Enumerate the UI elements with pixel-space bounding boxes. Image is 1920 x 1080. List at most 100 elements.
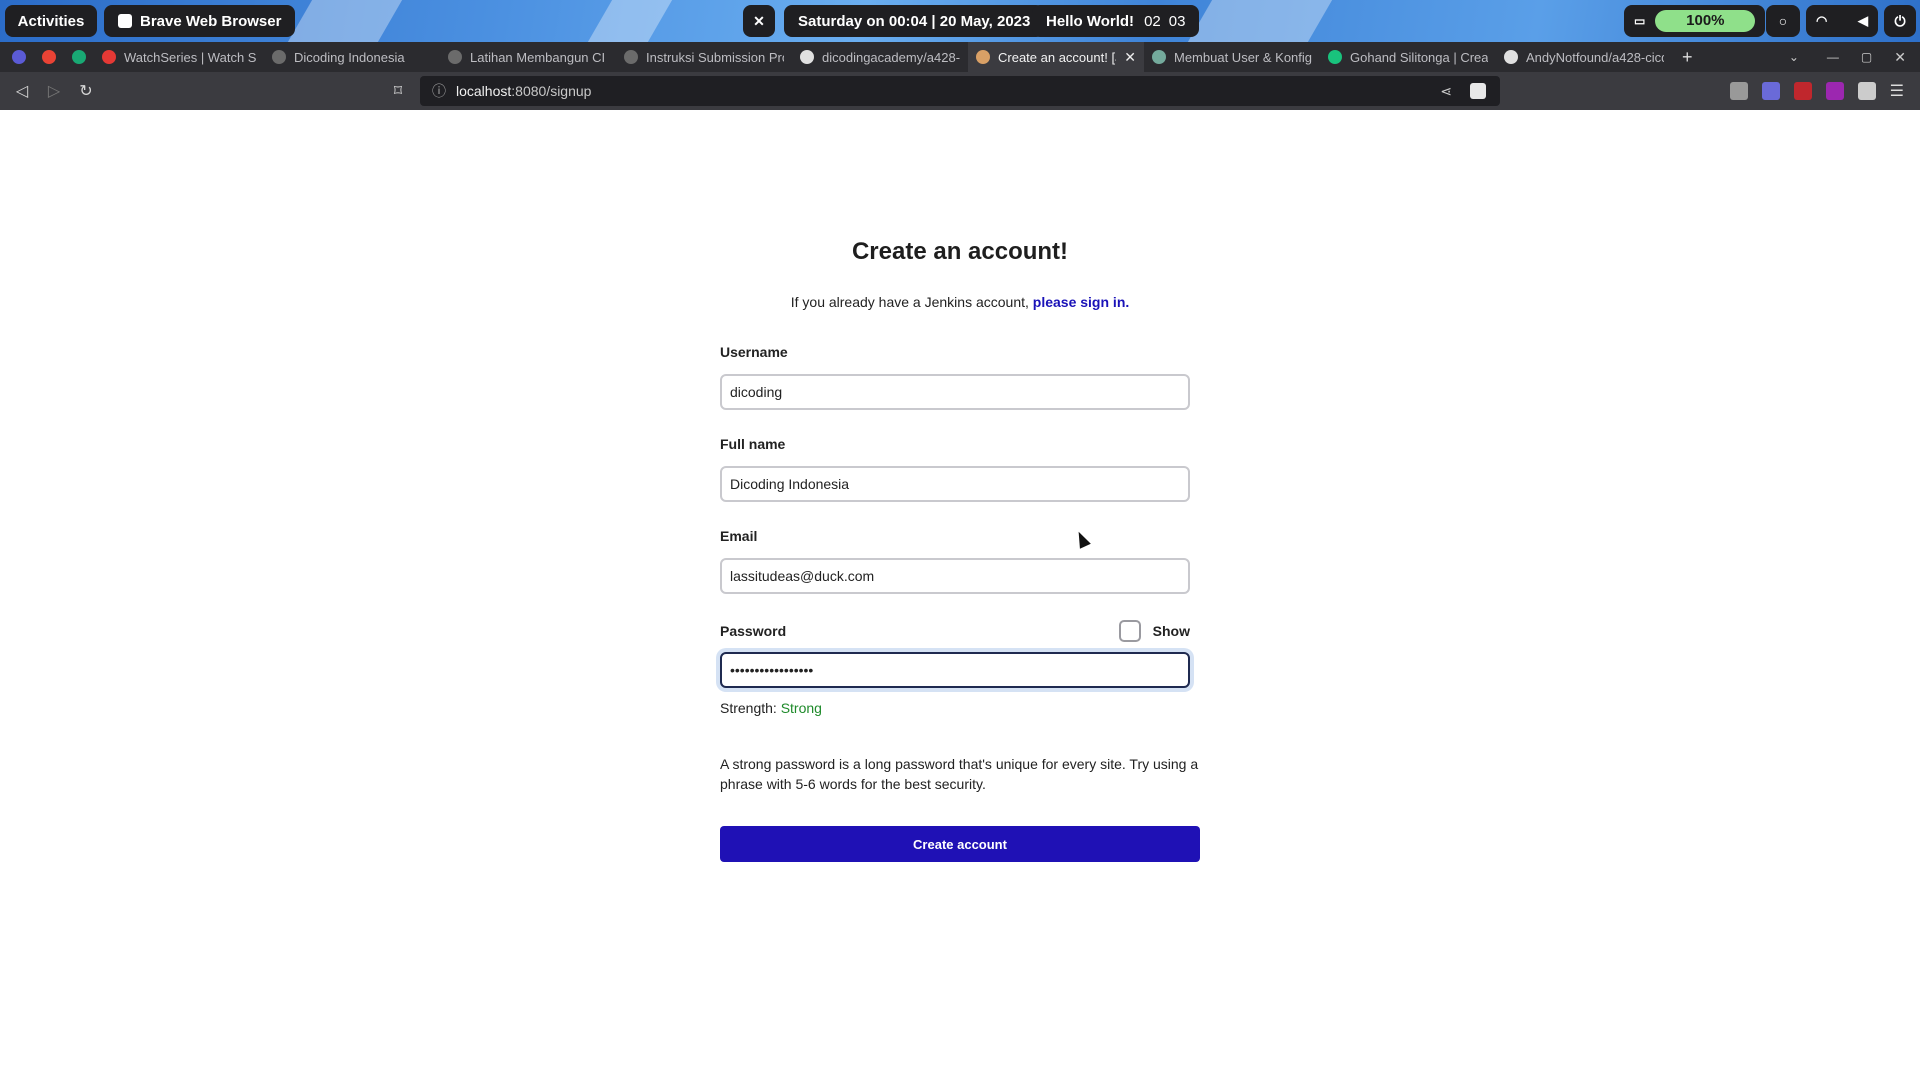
extension-icon[interactable] — [1825, 82, 1844, 100]
forward-button[interactable]: ▷ — [38, 81, 70, 101]
show-password-toggle[interactable]: Show — [1118, 620, 1190, 642]
signin-prompt: If you already have a Jenkins account, p… — [720, 294, 1200, 310]
puzzle-icon[interactable] — [1857, 82, 1876, 100]
url-host: localhost — [456, 83, 512, 99]
wallpaper-streak — [587, 0, 673, 42]
brave-icon — [118, 14, 132, 28]
tab-favicon-icon — [800, 50, 814, 64]
extension-icon[interactable] — [1761, 82, 1780, 100]
browser-tab[interactable]: Gohand Silitonga | Creati — [1320, 42, 1496, 72]
back-button[interactable]: ◁ — [6, 81, 38, 101]
greeting-number-2: 03 — [1168, 12, 1186, 30]
app-menu-button[interactable]: Brave Web Browser — [104, 5, 296, 37]
browser-tab[interactable]: dicodingacademy/a428-c — [792, 42, 968, 72]
browser-toolbar: ◁ ▷ ↻ ⌑ ⓘ localhost:8080/signup ⋖ ☰ — [0, 72, 1920, 110]
close-window-button[interactable]: ✕ — [1894, 49, 1906, 66]
fullname-field[interactable] — [720, 466, 1190, 502]
circle-icon: ○ — [1778, 13, 1788, 29]
browser-tab[interactable]: Membuat User & Konfigu — [1144, 42, 1320, 72]
bookmark-icon[interactable]: ⌑ — [382, 81, 414, 101]
battery-percent: 100% — [1655, 10, 1756, 32]
show-password-label: Show — [1152, 623, 1190, 639]
create-account-button[interactable]: Create account — [720, 826, 1200, 862]
signin-prompt-text: If you already have a Jenkins account, — [790, 294, 1033, 310]
record-button[interactable]: ○ — [1766, 5, 1800, 37]
email-group: Email — [720, 528, 1200, 594]
tab-title: Create an account! [Je — [998, 49, 1117, 65]
share-icon[interactable]: ⋖ — [1440, 83, 1452, 100]
tab-favicon-icon — [272, 50, 286, 64]
clock-button[interactable]: Saturday on 00:04 | 20 May, 2023 — [784, 5, 1045, 37]
tab-title: Instruksi Submission Pro — [646, 49, 784, 65]
email-field[interactable] — [720, 558, 1190, 594]
tab-favicon-icon — [1152, 50, 1166, 64]
fullname-group: Full name — [720, 436, 1200, 502]
tab-favicon-icon — [976, 50, 990, 64]
wallpaper-streak — [287, 0, 403, 42]
password-field[interactable] — [720, 652, 1190, 688]
browser-tab[interactable]: AndyNotfound/a428-cicd — [1496, 42, 1672, 72]
sign-in-link[interactable]: please sign in. — [1033, 294, 1129, 310]
volume-icon: ◀ — [1858, 13, 1868, 28]
activities-button[interactable]: Activities — [5, 5, 97, 37]
menu-icon[interactable]: ☰ — [1890, 81, 1904, 101]
browser-tab-strip: WatchSeries | Watch Sup Dicoding Indonesi… — [0, 42, 1920, 72]
tab-title: AndyNotfound/a428-cicd — [1526, 49, 1664, 65]
username-field[interactable] — [720, 374, 1190, 410]
power-icon: ⏻ — [1894, 12, 1906, 29]
battery-indicator[interactable]: ▭ 100% — [1624, 5, 1766, 37]
password-strength: Strength: Strong — [720, 700, 1200, 716]
pinned-tab-icon[interactable] — [12, 50, 26, 64]
clock-label: Saturday on 00:04 | 20 May, 2023 — [798, 12, 1031, 30]
browser-tab[interactable]: Dicoding Indonesia — [264, 42, 440, 72]
app-name-label: Brave Web Browser — [140, 12, 282, 30]
brave-shields-icon[interactable] — [1470, 83, 1486, 99]
new-tab-button[interactable]: + — [1682, 47, 1693, 68]
strength-label: Strength: — [720, 700, 781, 716]
notification-icon: ✕ — [753, 12, 765, 29]
page-title: Create an account! — [851, 238, 1069, 265]
tab-favicon-icon — [624, 50, 638, 64]
greeting-number-1: 02 — [1144, 12, 1161, 30]
maximize-button[interactable]: ▢ — [1861, 50, 1872, 64]
password-header: Password Show — [720, 620, 1190, 642]
greeting-widget[interactable]: Hello World! 02 03 — [1032, 5, 1200, 37]
pinned-tab-icon[interactable] — [72, 50, 86, 64]
activities-label: Activities — [17, 12, 85, 30]
system-top-bar: Activities Brave Web Browser ✕ Saturday … — [0, 0, 1920, 42]
power-button[interactable]: ⏻ — [1884, 5, 1916, 37]
url-path: :8080/signup — [511, 83, 592, 99]
tab-title: Gohand Silitonga | Creati — [1350, 49, 1488, 65]
minimize-button[interactable]: — — [1827, 50, 1839, 64]
reload-button[interactable]: ↻ — [70, 81, 102, 101]
tab-title: WatchSeries | Watch Sup — [124, 49, 256, 65]
google-tab-icon[interactable] — [42, 50, 56, 64]
password-group: Password Show — [720, 620, 1200, 688]
tab-favicon-icon — [448, 50, 462, 64]
wifi-icon: ◠ — [1816, 13, 1828, 28]
url-bar[interactable]: ⓘ localhost:8080/signup ⋖ — [420, 76, 1500, 106]
close-tab-icon[interactable]: ✕ — [1124, 49, 1136, 66]
extension-area: ☰ — [1729, 72, 1904, 110]
tab-favicon-icon — [102, 50, 116, 64]
browser-tab[interactable]: WatchSeries | Watch Sup — [94, 42, 264, 72]
tab-title: Membuat User & Konfigu — [1174, 49, 1312, 65]
extension-icon[interactable] — [1793, 82, 1812, 100]
extension-icon[interactable] — [1729, 82, 1748, 100]
show-password-checkbox[interactable] — [1118, 620, 1141, 642]
tab-favicon-icon — [1504, 50, 1518, 64]
info-icon[interactable]: ⓘ — [432, 81, 446, 101]
username-label: Username — [720, 344, 788, 360]
tab-favicon-icon — [1328, 50, 1342, 64]
page-content: Create an account! If you already have a… — [0, 110, 1920, 1080]
wallpaper-streak — [1187, 0, 1333, 42]
notifications-button[interactable]: ✕ — [743, 5, 775, 37]
tab-active[interactable]: Create an account! [Je ✕ — [968, 42, 1144, 72]
fullname-label: Full name — [720, 436, 786, 452]
tab-search-button[interactable]: ⌄ — [1789, 50, 1799, 64]
tab-title: Latihan Membangun CI P — [470, 49, 608, 65]
browser-tab[interactable]: Instruksi Submission Pro — [616, 42, 792, 72]
browser-tab[interactable]: Latihan Membangun CI P — [440, 42, 616, 72]
password-hint: A strong password is a long password tha… — [720, 756, 1199, 792]
status-menu[interactable]: ◠ ◀ — [1806, 5, 1878, 37]
